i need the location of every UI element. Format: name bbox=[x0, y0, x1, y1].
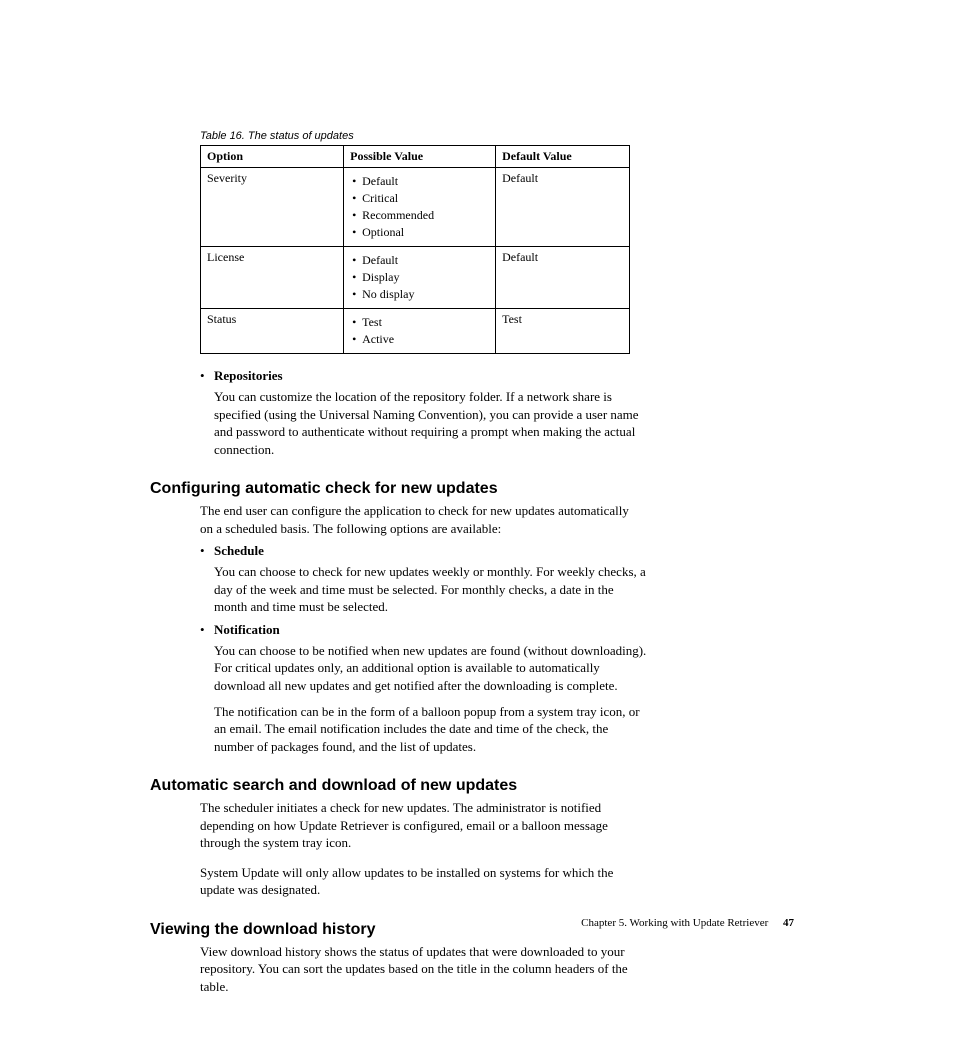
list-item: Critical bbox=[362, 190, 489, 207]
list-item: Optional bbox=[362, 224, 489, 241]
sec2-p1: The scheduler initiates a check for new … bbox=[200, 799, 635, 852]
footer-chapter: Chapter 5. Working with Update Retriever bbox=[581, 917, 768, 929]
notification-body-2: The notification can be in the form of a… bbox=[214, 703, 649, 756]
page-footer: Chapter 5. Working with Update Retriever… bbox=[0, 917, 954, 929]
schedule-title: Schedule bbox=[214, 543, 264, 559]
list-item: Display bbox=[362, 269, 489, 286]
notification-body-1: You can choose to be notified when new u… bbox=[214, 642, 649, 695]
cell-option: Severity bbox=[201, 168, 344, 247]
cell-option: Status bbox=[201, 309, 344, 354]
cell-default: Default bbox=[496, 247, 630, 309]
footer-page-number: 47 bbox=[783, 917, 794, 929]
list-item: Recommended bbox=[362, 207, 489, 224]
bullet-icon: • bbox=[200, 543, 214, 559]
status-of-updates-table: Option Possible Value Default Value Seve… bbox=[200, 145, 630, 354]
cell-possible: Test Active bbox=[344, 309, 496, 354]
sec1-intro: The end user can configure the applicati… bbox=[200, 502, 635, 537]
heading-automatic-search-download: Automatic search and download of new upd… bbox=[150, 777, 799, 795]
list-item: No display bbox=[362, 286, 489, 303]
col-header-possible: Possible Value bbox=[344, 146, 496, 168]
cell-possible: Default Display No display bbox=[344, 247, 496, 309]
table-header-row: Option Possible Value Default Value bbox=[201, 146, 630, 168]
list-item: Default bbox=[362, 252, 489, 269]
cell-possible: Default Critical Recommended Optional bbox=[344, 168, 496, 247]
schedule-block: • Schedule You can choose to check for n… bbox=[200, 543, 799, 616]
col-header-default: Default Value bbox=[496, 146, 630, 168]
list-item: Default bbox=[362, 173, 489, 190]
repositories-title: Repositories bbox=[214, 368, 283, 384]
sec3-p1: View download history shows the status o… bbox=[200, 943, 635, 996]
schedule-body: You can choose to check for new updates … bbox=[214, 563, 649, 616]
cell-option: License bbox=[201, 247, 344, 309]
heading-configuring-automatic-check: Configuring automatic check for new upda… bbox=[150, 480, 799, 498]
list-item: Test bbox=[362, 314, 489, 331]
bullet-icon: • bbox=[200, 368, 214, 384]
repositories-body: You can customize the location of the re… bbox=[214, 388, 649, 458]
table-row: Status Test Active Test bbox=[201, 309, 630, 354]
list-item: Active bbox=[362, 331, 489, 348]
notification-block: • Notification You can choose to be noti… bbox=[200, 622, 799, 755]
repositories-block: • Repositories You can customize the loc… bbox=[200, 368, 799, 458]
cell-default: Test bbox=[496, 309, 630, 354]
table-caption: Table 16. The status of updates bbox=[200, 130, 799, 142]
cell-default: Default bbox=[496, 168, 630, 247]
notification-title: Notification bbox=[214, 622, 280, 638]
page-content: Table 16. The status of updates Option P… bbox=[0, 0, 954, 1042]
sec2-p2: System Update will only allow updates to… bbox=[200, 864, 635, 899]
table-row: License Default Display No display Defau… bbox=[201, 247, 630, 309]
bullet-icon: • bbox=[200, 622, 214, 638]
col-header-option: Option bbox=[201, 146, 344, 168]
table-row: Severity Default Critical Recommended Op… bbox=[201, 168, 630, 247]
